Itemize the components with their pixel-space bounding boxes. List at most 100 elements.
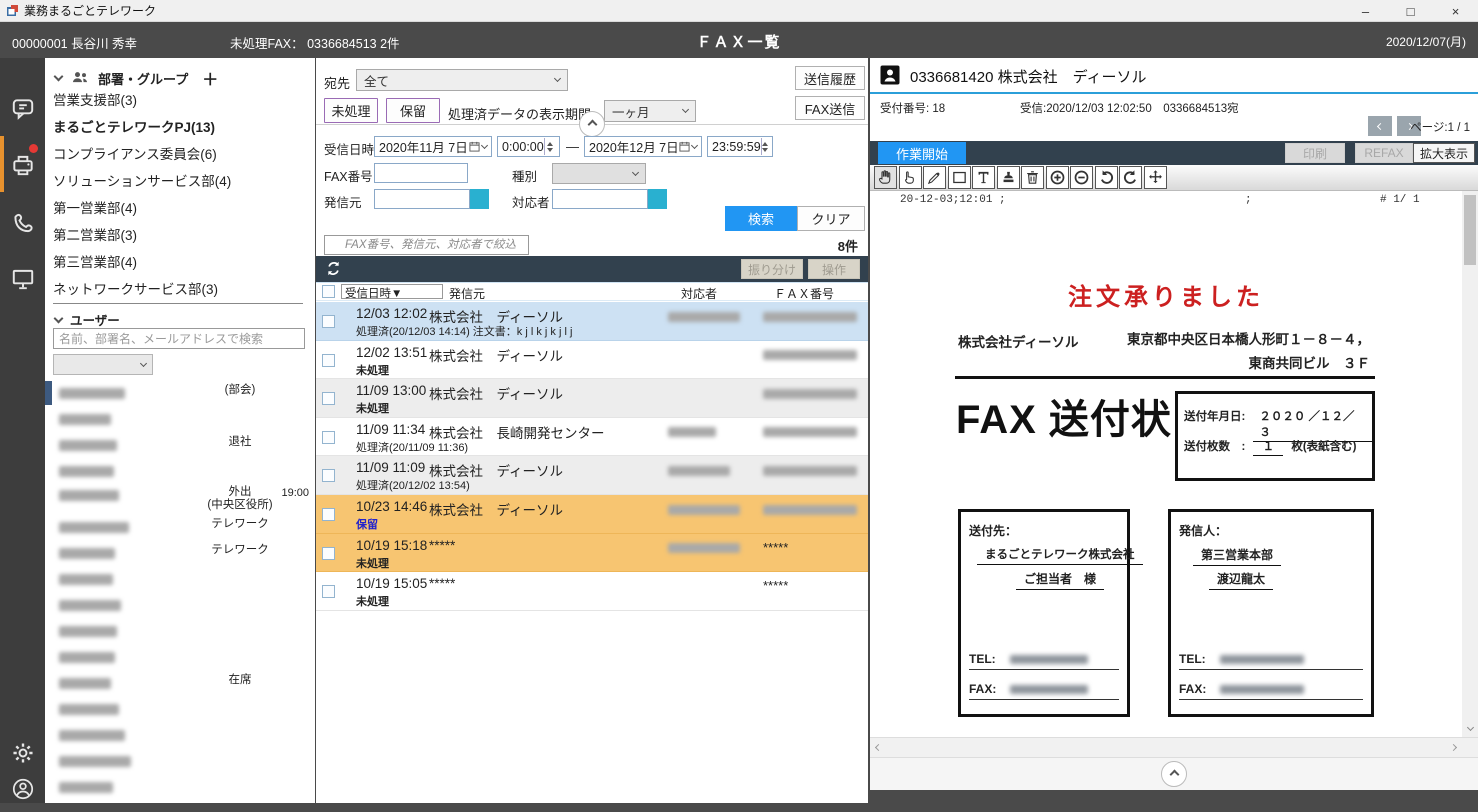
col-sender[interactable]: 発信元 (449, 285, 485, 302)
user-row[interactable]: 退社 (45, 432, 315, 458)
hold-filter-button[interactable]: 保留 (386, 98, 440, 123)
group-item[interactable]: ソリューションサービス部(4) (53, 169, 303, 195)
group-item[interactable]: 第一営業部(4) (53, 196, 303, 222)
minimize-button[interactable]: – (1343, 0, 1388, 22)
user-row[interactable]: 在席 (45, 670, 315, 696)
time-to-stepper[interactable]: 23:59:59 (707, 136, 773, 157)
zoom-view-button[interactable]: 拡大表示 (1413, 143, 1475, 163)
user-row[interactable] (45, 774, 315, 800)
nav-chat[interactable] (0, 86, 45, 132)
row-checkbox[interactable] (322, 315, 335, 328)
fax-row[interactable]: 10/19 15:18 ***** ***** 未処理 (316, 534, 868, 573)
unprocessed-filter-button[interactable]: 未処理 (324, 98, 378, 123)
user-row[interactable] (45, 722, 315, 748)
doc-vertical-scrollbar[interactable] (1462, 191, 1478, 737)
select-tool-button[interactable] (899, 166, 922, 189)
row-checkbox[interactable] (322, 469, 335, 482)
group-item[interactable]: ネットワークサービス部(3) (53, 277, 303, 303)
doc-horizontal-scrollbar[interactable] (870, 737, 1478, 757)
print-button[interactable]: 印刷 (1285, 143, 1345, 163)
group-item[interactable]: 営業支援部(3) (53, 88, 303, 114)
period-select[interactable]: 一ヶ月 (604, 100, 696, 122)
scroll-down-button[interactable] (1462, 720, 1478, 737)
start-work-button[interactable]: 作業開始 (878, 142, 966, 164)
col-handler[interactable]: 対応者 (681, 285, 717, 302)
user-row[interactable] (45, 592, 315, 618)
fax-row[interactable]: 10/19 15:05 ***** ***** 未処理 (316, 572, 868, 611)
text-tool-button[interactable] (972, 166, 995, 189)
faxno-input[interactable] (374, 163, 468, 183)
sender-input[interactable] (374, 189, 470, 209)
user-row[interactable]: テレワーク (45, 514, 315, 540)
collapse-filters-button[interactable] (579, 111, 605, 137)
groups-collapse-chevron[interactable] (54, 72, 64, 82)
collapse-preview-button[interactable] (1161, 761, 1187, 787)
select-all-checkbox[interactable] (322, 285, 335, 298)
group-item[interactable]: まるごとテレワークPJ(13) (53, 115, 303, 141)
assign-button[interactable]: 振り分け (741, 259, 803, 279)
delete-tool-button[interactable] (1021, 166, 1044, 189)
fax-row[interactable]: 10/23 14:46 株式会社 ディーソル 保留 (316, 495, 868, 534)
row-checkbox[interactable] (322, 354, 335, 367)
sort-column-time[interactable]: 受信日時▼ (341, 284, 443, 299)
refax-button[interactable]: REFAX (1355, 143, 1413, 163)
operate-button[interactable]: 操作 (808, 259, 860, 279)
col-fax[interactable]: ＦＡＸ番号 (774, 285, 834, 302)
stamp-tool-button[interactable] (997, 166, 1020, 189)
user-row[interactable] (45, 566, 315, 592)
user-search-input[interactable] (53, 328, 305, 349)
nav-remote-desktop[interactable] (0, 256, 45, 302)
users-collapse-chevron[interactable] (54, 313, 64, 323)
scrollbar-thumb[interactable] (1464, 195, 1476, 265)
user-row[interactable] (45, 406, 315, 432)
zoom-in-button[interactable] (1046, 166, 1069, 189)
row-checkbox[interactable] (322, 547, 335, 560)
user-row[interactable] (45, 618, 315, 644)
group-item[interactable]: 第二営業部(3) (53, 223, 303, 249)
scroll-left-arrow[interactable] (875, 744, 882, 751)
nav-fax[interactable] (0, 142, 45, 188)
rectangle-tool-button[interactable] (948, 166, 971, 189)
send-history-button[interactable]: 送信履歴 (795, 66, 865, 90)
handler-input[interactable] (552, 189, 648, 209)
search-button[interactable]: 検索 (725, 206, 797, 231)
user-row[interactable] (45, 748, 315, 774)
user-row[interactable] (45, 696, 315, 722)
date-to-picker[interactable]: 2020年12月 7日 (584, 136, 702, 157)
user-filter-dropdown[interactable] (53, 354, 153, 375)
spinner[interactable] (761, 138, 768, 155)
prev-page-button[interactable] (1368, 116, 1392, 136)
user-row[interactable]: テレワーク (45, 540, 315, 566)
fax-row[interactable]: 11/09 11:34 株式会社 長崎開発センター 処理済(20/11/09 1… (316, 418, 868, 457)
pan-tool-button[interactable] (874, 166, 897, 189)
handler-lookup-button[interactable] (648, 189, 667, 209)
list-filter-input[interactable] (324, 235, 529, 255)
user-row[interactable] (45, 458, 315, 484)
user-row[interactable] (45, 644, 315, 670)
add-group-button[interactable]: ＋ (202, 66, 218, 90)
close-button[interactable]: × (1433, 0, 1478, 22)
pen-tool-button[interactable] (923, 166, 946, 189)
group-item[interactable]: 第三営業部(4) (53, 250, 303, 276)
nav-phone[interactable] (0, 200, 45, 246)
maximize-button[interactable]: □ (1388, 0, 1433, 22)
row-checkbox[interactable] (322, 392, 335, 405)
date-from-picker[interactable]: 2020年11月 7日 (374, 136, 492, 157)
clear-button[interactable]: クリア (797, 206, 865, 231)
dest-select[interactable]: 全て (356, 69, 568, 91)
user-row[interactable]: (部会) (45, 380, 315, 406)
fax-row[interactable]: 12/03 12:02 株式会社 ディーソル 処理済(20/12/03 14:1… (316, 302, 868, 341)
fax-send-button[interactable]: FAX送信 (795, 96, 865, 120)
user-row[interactable]: 外出(中央区役所)19:00 (45, 482, 315, 514)
nav-account[interactable] (0, 766, 45, 812)
zoom-out-button[interactable] (1070, 166, 1093, 189)
type-select[interactable] (552, 163, 646, 184)
group-item[interactable]: コンプライアンス委員会(6) (53, 142, 303, 168)
row-checkbox[interactable] (322, 585, 335, 598)
fax-row[interactable]: 11/09 11:09 株式会社 ディーソル 処理済(20/12/02 13:5… (316, 456, 868, 495)
move-tool-button[interactable] (1144, 166, 1167, 189)
fax-row[interactable]: 12/02 13:51 株式会社 ディーソル 未処理 (316, 341, 868, 380)
time-from-stepper[interactable]: 0:00:00 (497, 136, 560, 157)
fax-document[interactable]: 20-12-03;12:01 ; ; # 1/ 1 注文承りました 株式会社ディ… (870, 191, 1462, 737)
rotate-right-button[interactable] (1119, 166, 1142, 189)
